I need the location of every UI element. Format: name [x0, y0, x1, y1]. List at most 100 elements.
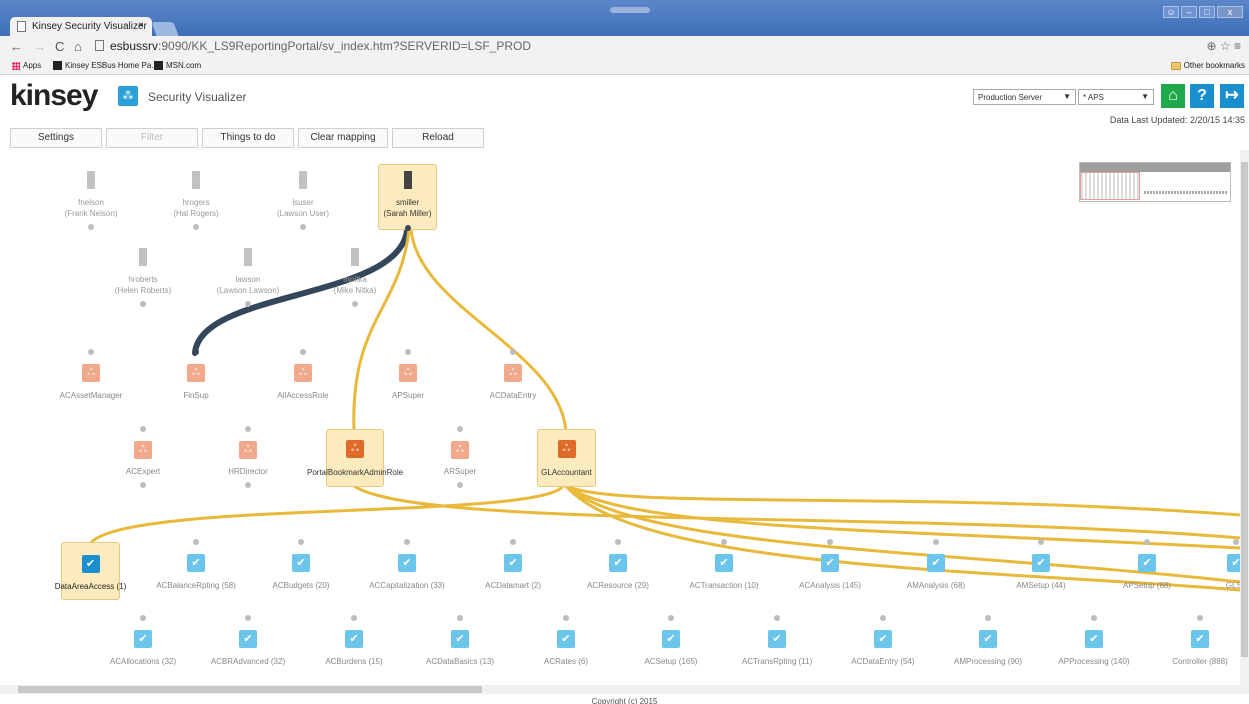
group-node-controller[interactable]: ✔ Controller (888)	[1170, 614, 1230, 680]
user-node-lsuser[interactable]: lsuser (Lawson User)	[273, 165, 333, 233]
role-node-glaccountant[interactable]: ஃ GLAccountant	[537, 429, 596, 487]
group-node-apsetup[interactable]: ✔ APSetup (68)	[1117, 538, 1177, 604]
group-node-approcessing[interactable]: ✔ APProcessing (140)	[1058, 614, 1130, 680]
group-node-acbradvanced[interactable]: ✔ ACBRAdvanced (32)	[211, 614, 285, 680]
app-select[interactable]: * APS ▼	[1078, 89, 1154, 105]
forward-icon[interactable]: →	[33, 39, 46, 54]
server-select[interactable]: Production Server ▼	[973, 89, 1076, 105]
home-icon[interactable]: ⌂	[74, 39, 82, 54]
reload-button[interactable]: Reload	[392, 128, 484, 148]
group-node-glsetup[interactable]: ✔ GLSe	[1206, 538, 1240, 604]
user-node-smiller[interactable]: smiller (Sarah Miller)	[378, 164, 437, 231]
group-node-acburdens[interactable]: ✔ ACBurdens (15)	[324, 614, 384, 680]
bookmark-other[interactable]: Other bookmarks	[1170, 61, 1245, 70]
user-node-hroberts[interactable]: hroberts (Helen Roberts)	[113, 242, 173, 310]
group-node-accapitalization[interactable]: ✔ ACCapitalization (33)	[369, 538, 445, 604]
group-node-acanalysis[interactable]: ✔ ACAnalysis (145)	[799, 538, 861, 604]
things-to-do-button[interactable]: Things to do	[202, 128, 294, 148]
group-node-actransrpting[interactable]: ✔ ACTransRpting (11)	[742, 614, 812, 680]
group-node-amprocessing[interactable]: ✔ AMProcessing (90)	[954, 614, 1022, 680]
group-node-acdatamart[interactable]: ✔ ACDatamart (2)	[483, 538, 543, 604]
group-node-acdataentry[interactable]: ✔ ACDataEntry (54)	[851, 614, 915, 680]
dropdown-arrow-icon: ▼	[1141, 92, 1149, 101]
role-node-finsup[interactable]: ஃ FinSup	[166, 348, 226, 414]
role-node-allaccessrole[interactable]: ஃ AllAccessRole	[273, 348, 333, 414]
group-node-acbalancerpting[interactable]: ✔ ACBalanceRpting (58)	[156, 538, 236, 604]
bookmarks-bar: Apps Kinsey ESBus Home Pa... MSN.com Oth…	[0, 58, 1249, 75]
user-node-fnelson[interactable]: fnelson (Frank Nelson)	[61, 165, 121, 233]
user-node-lawson[interactable]: lawson (Lawson Lawson)	[217, 242, 279, 310]
role-node-portalbookmarkadminrole[interactable]: ஃ PortalBookmarkAdminRole	[307, 429, 403, 487]
role-node-arsuper[interactable]: ஃ ARSuper	[430, 423, 490, 489]
group-label: ACRates (6)	[543, 657, 588, 666]
bookmark-label: MSN.com	[166, 61, 202, 70]
window-grip[interactable]	[610, 7, 650, 13]
menu-icon[interactable]: ≡	[1234, 39, 1241, 53]
node-port	[1038, 539, 1044, 545]
tab-close-icon[interactable]: ×	[138, 20, 144, 31]
user-id: smiller	[395, 198, 420, 207]
user-node-mnitka[interactable]: mnitka (Mike Nitka)	[325, 242, 385, 310]
star-icon[interactable]: ☆	[1220, 39, 1231, 53]
zoom-icon[interactable]: ⊕	[1206, 39, 1216, 53]
new-tab-button[interactable]	[151, 22, 179, 36]
checkbox-icon: ✔	[874, 630, 892, 648]
bookmark-msn[interactable]: MSN.com	[154, 61, 201, 70]
user-id: lsuser	[292, 198, 314, 207]
graph-minimap[interactable]	[1079, 162, 1231, 202]
group-node-amanalysis[interactable]: ✔ AMAnalysis (68)	[906, 538, 966, 604]
node-port	[140, 615, 146, 621]
minimap-viewport[interactable]	[1080, 172, 1140, 200]
horizontal-scrollbar[interactable]	[0, 685, 1249, 694]
bookmark-apps[interactable]: Apps	[12, 61, 41, 70]
vertical-scrollbar[interactable]	[1240, 150, 1249, 685]
user-node-hrogers[interactable]: hrogers (Hal Rogers)	[166, 165, 226, 233]
help-button[interactable]: ?	[1190, 84, 1214, 108]
minimize-icon[interactable]: –	[1181, 6, 1197, 18]
minimap-header[interactable]	[1080, 163, 1230, 172]
edge-gl-right-1	[565, 484, 1240, 517]
checkbox-icon: ✔	[1032, 554, 1050, 572]
group-label: ACTransRpting (11)	[741, 657, 813, 666]
vertical-scroll-thumb[interactable]	[1241, 162, 1248, 657]
window-close-icon[interactable]: x	[1217, 6, 1243, 18]
group-node-dataareaaccess[interactable]: ✔ DataAreaAccess (1)	[55, 542, 126, 600]
group-node-amsetup[interactable]: ✔ AMSetup (44)	[1011, 538, 1071, 604]
back-icon[interactable]: ←	[10, 39, 23, 54]
bookmark-kinsey[interactable]: Kinsey ESBus Home Pa...	[53, 61, 158, 70]
group-node-acresource[interactable]: ✔ ACResource (29)	[587, 538, 649, 604]
node-port	[1197, 615, 1203, 621]
browser-tab[interactable]: Kinsey Security Visualizer ×	[10, 17, 152, 36]
role-node-acassetmanager[interactable]: ஃ ACAssetManager	[60, 348, 122, 414]
logout-button[interactable]: ↦	[1220, 84, 1244, 108]
minimap-overview	[1144, 191, 1228, 194]
kinsey-favicon-icon	[53, 61, 62, 70]
group-node-acallocations[interactable]: ✔ ACAllocations (32)	[110, 614, 176, 680]
role-node-acexpert[interactable]: ஃ ACExpert	[113, 423, 173, 489]
user-name: (Frank Nelson)	[64, 209, 118, 218]
role-node-apsuper[interactable]: ஃ APSuper	[378, 348, 438, 414]
role-label: GLAccountant	[541, 468, 592, 477]
group-node-actransaction[interactable]: ✔ ACTransaction (10)	[689, 538, 759, 604]
user-name: (Helen Roberts)	[114, 286, 172, 295]
horizontal-scroll-thumb[interactable]	[18, 686, 482, 693]
group-node-acsetup[interactable]: ✔ ACSetup (165)	[641, 614, 701, 680]
filter-button[interactable]: Filter	[106, 128, 198, 148]
role-node-acdataentry[interactable]: ஃ ACDataEntry	[483, 348, 543, 414]
user-icon[interactable]: ☺	[1163, 6, 1179, 18]
reload-icon[interactable]: C	[55, 39, 64, 54]
security-graph-canvas[interactable]: fnelson (Frank Nelson) hrogers (Hal Roge…	[0, 150, 1240, 685]
clear-mapping-button[interactable]: Clear mapping	[298, 128, 388, 148]
person-icon	[244, 248, 252, 266]
role-node-hrdirector[interactable]: ஃ HRDirector	[218, 423, 278, 489]
maximize-icon[interactable]: □	[1199, 6, 1215, 18]
group-node-acrates[interactable]: ✔ ACRates (6)	[536, 614, 596, 680]
node-port	[404, 539, 410, 545]
group-node-acbudgets[interactable]: ✔ ACBudgets (20)	[271, 538, 331, 604]
group-node-acdatabasics[interactable]: ✔ ACDataBasics (13)	[426, 614, 494, 680]
group-label: APProcessing (140)	[1058, 657, 1130, 666]
home-button[interactable]: ⌂	[1161, 84, 1185, 108]
address-bar[interactable]: esbussrv:9090/KK_LS9ReportingPortal/sv_i…	[95, 39, 531, 53]
person-icon	[299, 171, 307, 189]
settings-button[interactable]: Settings	[10, 128, 102, 148]
